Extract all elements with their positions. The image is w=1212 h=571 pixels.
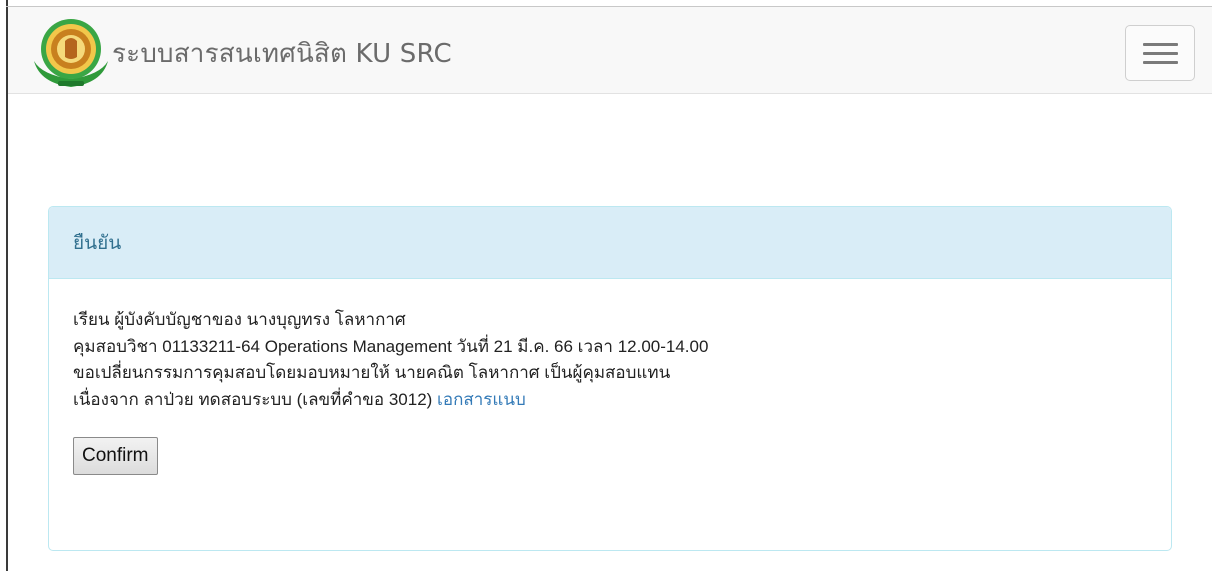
panel-heading: ยืนยัน [49,207,1171,279]
hamburger-menu-icon [1143,52,1178,55]
reason-text: เนื่องจาก ลาป่วย ทดสอบระบบ (เลขที่คำขอ 3… [73,389,433,409]
message-line-greeting: เรียน ผู้บังคับบัญชาของ นางบุญทรง โลหากา… [73,310,406,329]
hamburger-menu-icon [1143,43,1178,46]
hamburger-menu-icon [1143,61,1178,64]
brand-title[interactable]: ระบบสารสนเทศนิสิต KU SRC [112,33,452,74]
attachment-link[interactable]: เอกสารแนบ [437,390,526,409]
confirm-panel: ยืนยัน เรียน ผู้บังคับบัญชาของ นางบุญทรง… [48,206,1172,551]
panel-body: เรียน ผู้บังคับบัญชาของ นางบุญทรง โลหากา… [49,279,1171,475]
message-line-reason: เนื่องจาก ลาป่วย ทดสอบระบบ (เลขที่คำขอ 3… [73,387,1171,414]
confirm-button[interactable]: Confirm [73,437,158,475]
message-line-replacement: ขอเปลี่ยนกรรมการคุมสอบโดยมอบหมายให้ นายค… [73,363,671,382]
navbar-toggle-button[interactable] [1125,25,1195,81]
message-line-exam: คุมสอบวิชา 01133211-64 Operations Manage… [73,336,709,356]
navbar: ระบบสารสนเทศนิสิต KU SRC [8,7,1212,94]
ku-emblem-icon[interactable] [30,13,112,91]
